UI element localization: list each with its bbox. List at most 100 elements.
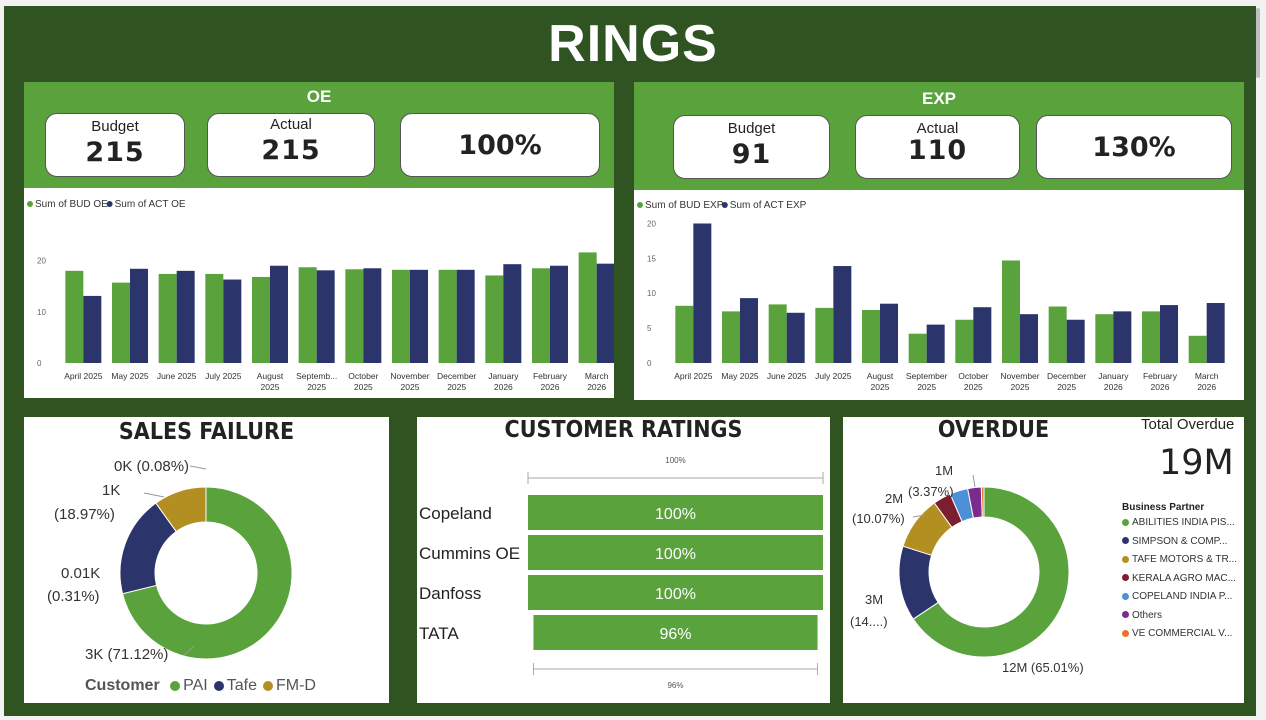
legend-item[interactable]: Tafe <box>213 677 257 694</box>
bar-actual[interactable] <box>223 279 242 363</box>
bar-actual[interactable] <box>270 265 288 363</box>
bar-budget[interactable] <box>1142 311 1160 363</box>
bar-actual[interactable] <box>410 269 428 363</box>
bar-budget[interactable] <box>1002 260 1020 363</box>
bar-budget[interactable] <box>298 267 317 363</box>
bottom-axis-label: 96% <box>667 681 683 690</box>
bar-actual[interactable] <box>83 295 102 363</box>
x-tick-label: November <box>1000 371 1039 381</box>
bar-budget[interactable] <box>65 270 84 363</box>
legend-item[interactable]: VE COMMERCIAL V... <box>1122 628 1237 647</box>
bar-budget[interactable] <box>1188 335 1207 363</box>
bar-actual[interactable] <box>740 298 758 363</box>
y-tick-label: 10 <box>37 308 46 317</box>
bar-budget[interactable] <box>252 276 270 363</box>
oe-section-title: OE <box>306 87 332 106</box>
overdue-panel: OVERDUE Total Overdue 19M 12M (65.01%) 3M… <box>843 416 1244 703</box>
customer-ratings-bar-chart: 100% 100% Copeland 100% Cummins OE 100% Danfos… <box>419 456 824 690</box>
legend-marker <box>637 202 643 208</box>
bar-actual[interactable] <box>456 269 475 363</box>
bar-budget[interactable] <box>908 333 927 363</box>
legend-item[interactable]: KERALA AGRO MAC... <box>1122 573 1237 592</box>
x-tick-label: September <box>906 371 948 381</box>
bar-budget[interactable] <box>722 311 740 363</box>
x-tick-label: March <box>1195 371 1219 381</box>
bar-actual[interactable] <box>550 265 568 363</box>
x-tick-label: 2026 <box>587 382 606 392</box>
legend-item-label: TAFE MOTORS & TR... <box>1132 554 1238 565</box>
bar-actual[interactable] <box>596 263 615 363</box>
x-tick-label: Septemb... <box>296 371 337 381</box>
bar-actual[interactable] <box>973 307 992 363</box>
exp-section-title: EXP <box>921 89 957 108</box>
bar-actual[interactable] <box>926 324 945 363</box>
bar-actual[interactable] <box>880 303 898 363</box>
bar-budget[interactable] <box>158 273 177 363</box>
bar-budget[interactable] <box>485 275 504 363</box>
x-tick-label: April 2025 <box>674 371 713 381</box>
bar-actual[interactable] <box>833 266 852 363</box>
bar-budget[interactable] <box>675 305 694 363</box>
legend-item[interactable]: PAI <box>170 677 208 694</box>
slice-label: 0.01K <box>61 565 100 582</box>
slice-label: (3.37%) <box>908 484 954 499</box>
x-tick-label: June 2025 <box>767 371 807 381</box>
rating-value-label: 96% <box>659 626 691 643</box>
bar-actual[interactable] <box>1066 319 1085 363</box>
bar-actual[interactable] <box>316 270 335 363</box>
bar-actual[interactable] <box>1020 314 1038 363</box>
bar-budget[interactable] <box>862 309 880 363</box>
bar-actual[interactable] <box>1113 311 1132 363</box>
bar-actual[interactable] <box>1206 303 1225 363</box>
bar-budget[interactable] <box>1095 314 1114 363</box>
bar-actual[interactable] <box>693 223 712 363</box>
bar-budget[interactable] <box>532 268 550 363</box>
bar-budget[interactable] <box>578 252 597 363</box>
bar-actual[interactable] <box>503 264 522 363</box>
x-tick-label: October <box>348 371 378 381</box>
bar-budget[interactable] <box>1048 306 1067 363</box>
bar-actual[interactable] <box>1160 305 1178 363</box>
customer-ratings-panel: CUSTOMER RATINGS 100% 100% Copeland 100% Cum… <box>417 417 830 703</box>
overdue-legend: ABILITIES INDIA PIS... SIMPSON & COMP... T… <box>1122 517 1237 647</box>
x-tick-label: 2026 <box>541 382 560 392</box>
bar-budget[interactable] <box>392 269 410 363</box>
x-tick-label: 2025 <box>307 382 326 392</box>
y-tick-label: 20 <box>37 257 46 266</box>
exp-actual-card: Actual 110 <box>855 115 1020 179</box>
bar-budget[interactable] <box>345 269 364 363</box>
bar-budget[interactable] <box>955 319 974 363</box>
bar-actual[interactable] <box>363 268 382 363</box>
x-tick-label: July 2025 <box>815 371 852 381</box>
bar-budget[interactable] <box>768 304 787 363</box>
slice-label: 0K (0.08%) <box>114 458 189 475</box>
rating-value-label: 100% <box>655 506 696 523</box>
exp-chart-panel: Sum of BUD EXP Sum of ACT EXP 0 5 10 15 20 Apri… <box>634 190 1244 400</box>
legend-item[interactable]: FM-D <box>263 677 316 694</box>
donut-slice[interactable] <box>980 486 985 518</box>
slice-label: (0.31%) <box>47 588 100 605</box>
legend-item[interactable]: SIMPSON & COMP... <box>1122 536 1237 555</box>
legend-item-label: FM-D <box>276 677 316 694</box>
x-tick-label: August <box>257 371 284 381</box>
legend-item[interactable]: TAFE MOTORS & TR... <box>1122 554 1237 573</box>
x-tick-label: May 2025 <box>721 371 759 381</box>
exp-percent-card: 130% <box>1036 115 1232 179</box>
legend-item-label: COPELAND INDIA P... <box>1132 591 1233 602</box>
bar-actual[interactable] <box>130 268 148 363</box>
legend-label: Sum of BUD OE <box>35 199 108 210</box>
oe-chart-panel: Sum of BUD OE Sum of ACT OE 0 10 20 April 202… <box>24 188 615 398</box>
x-tick-label: 2025 <box>354 382 373 392</box>
bar-actual[interactable] <box>786 312 805 363</box>
legend-item[interactable]: Others <box>1122 610 1237 629</box>
slice-label: (10.07%) <box>852 511 905 526</box>
legend-item[interactable]: ABILITIES INDIA PIS... <box>1122 517 1237 536</box>
legend-item[interactable]: COPELAND INDIA P... <box>1122 591 1237 610</box>
slice-label: 2M <box>885 491 903 506</box>
bar-budget[interactable] <box>815 307 834 363</box>
bar-budget[interactable] <box>112 282 130 363</box>
legend-marker <box>106 201 113 207</box>
bar-actual[interactable] <box>176 270 195 363</box>
bar-budget[interactable] <box>205 273 224 363</box>
bar-budget[interactable] <box>438 269 457 363</box>
